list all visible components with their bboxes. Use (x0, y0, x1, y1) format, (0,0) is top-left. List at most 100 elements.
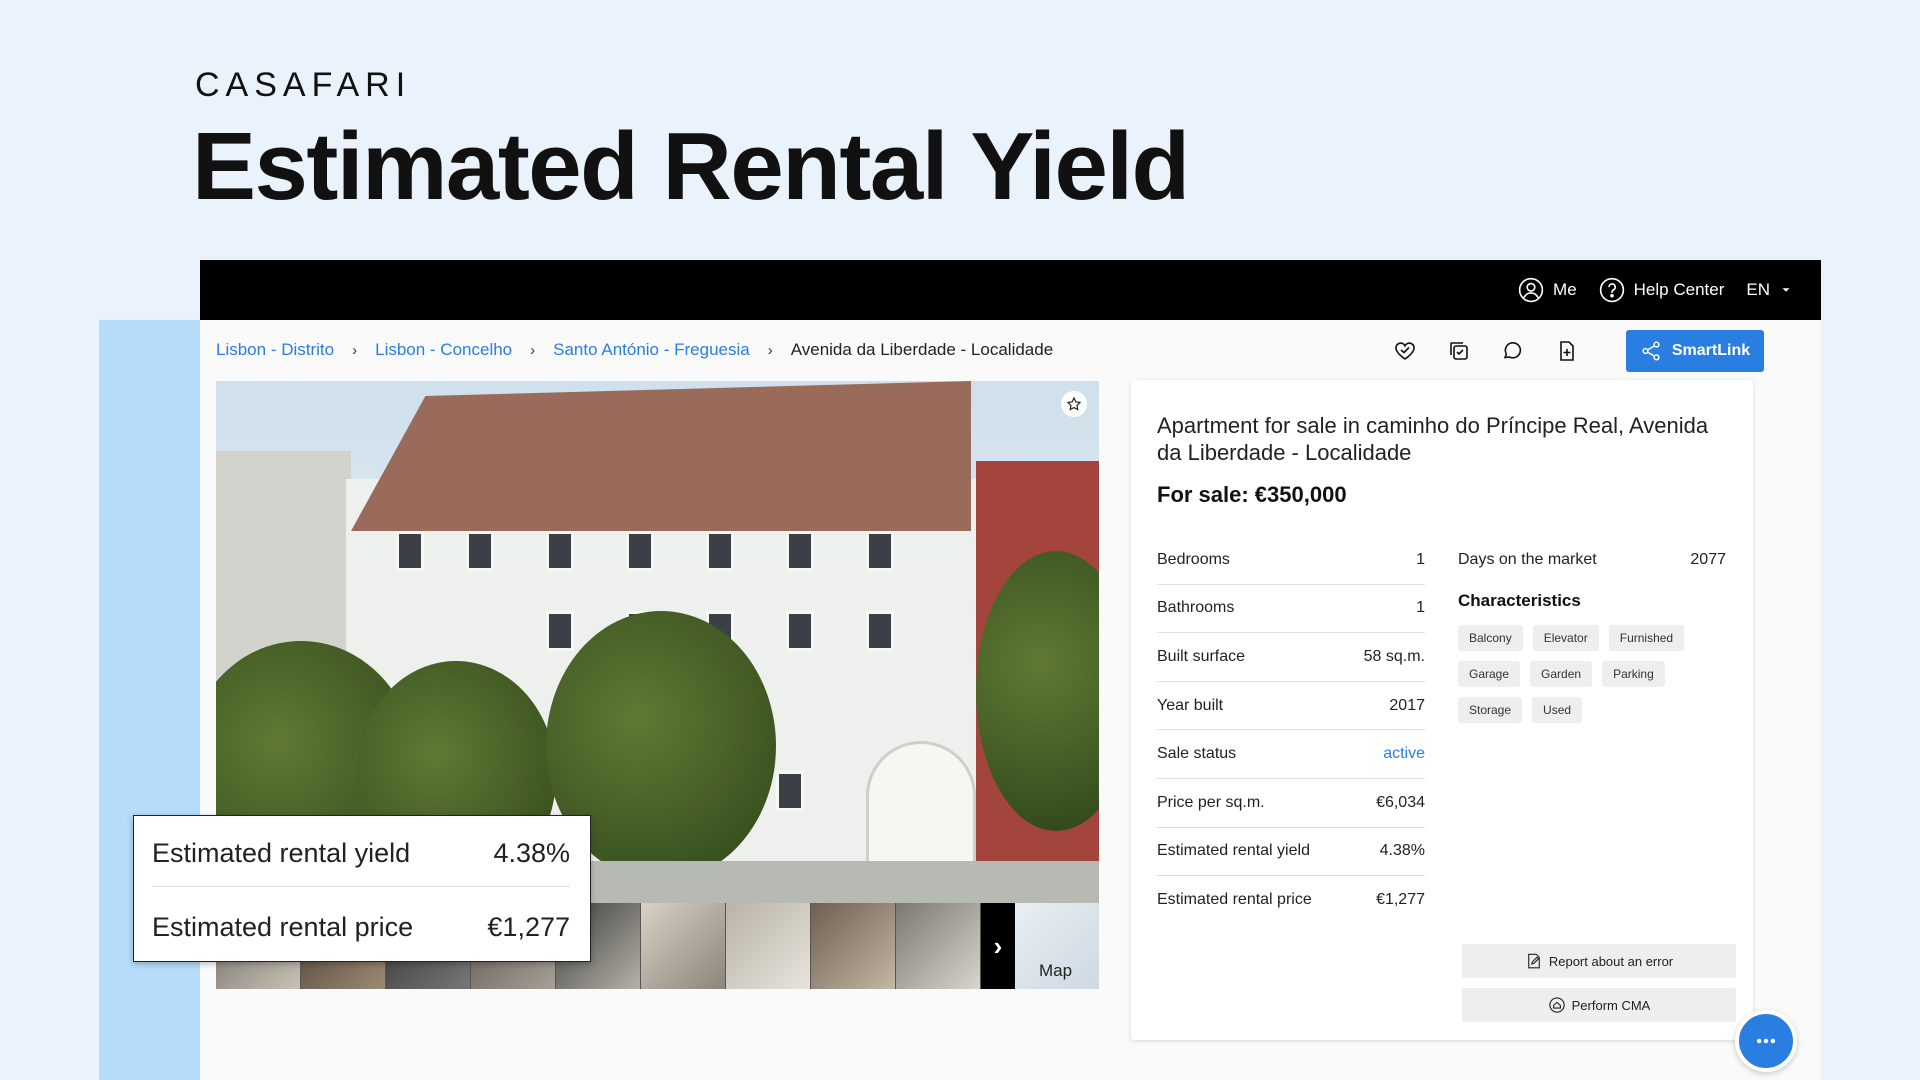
photo-window (396, 531, 424, 571)
photo-window (866, 611, 894, 651)
characteristic-chip: Furnished (1608, 624, 1685, 651)
photo-arch-door (866, 741, 976, 871)
fact-rental-price: Estimated rental price €1,277 (1157, 876, 1425, 925)
chevron-right-icon: › (530, 341, 536, 359)
add-document-button[interactable] (1552, 336, 1582, 366)
fact-value: €6,034 (1376, 793, 1425, 811)
breadcrumb-parish[interactable]: Santo António - Freguesia (553, 340, 750, 360)
fact-days-on-market: Days on the market 2077 (1458, 536, 1726, 585)
user-icon (1518, 277, 1544, 303)
edit-document-icon (1528, 953, 1540, 969)
thumbnail[interactable] (896, 903, 981, 989)
me-menu[interactable]: Me (1518, 277, 1577, 303)
chevron-right-icon[interactable]: › (981, 903, 1015, 989)
photo-window (776, 771, 804, 811)
sale-status-link[interactable]: active (1383, 745, 1425, 763)
fact-label: Estimated rental price (1157, 891, 1312, 909)
characteristic-chip: Storage (1458, 696, 1523, 723)
smartlink-button[interactable]: SmartLink (1626, 330, 1764, 372)
photo-window (546, 531, 574, 571)
fact-value: 2017 (1389, 696, 1425, 714)
home-search-icon (1548, 997, 1565, 1013)
fact-label: Sale status (1157, 745, 1237, 763)
chevron-right-icon: › (767, 341, 773, 359)
star-icon (1066, 396, 1082, 411)
photo-window (786, 611, 814, 651)
photo-window (546, 611, 574, 651)
characteristic-chip: Garage (1458, 660, 1521, 687)
listing-side-facts: Days on the market 2077 Characteristics … (1458, 536, 1726, 723)
map-thumbnail[interactable]: Map (1015, 903, 1099, 989)
report-error-label: Report about an error (1548, 953, 1674, 969)
help-center-link[interactable]: Help Center (1599, 277, 1725, 303)
thumbnail[interactable] (726, 903, 811, 989)
characteristic-chip: Parking (1602, 660, 1665, 687)
map-label: Map (1039, 961, 1073, 980)
comment-button[interactable] (1498, 336, 1528, 366)
fact-rental-yield: Estimated rental yield 4.38% (1157, 828, 1425, 877)
fact-bathrooms: Bathrooms 1 (1157, 585, 1425, 634)
copy-icon (1450, 342, 1468, 360)
thumbnail[interactable] (641, 903, 726, 989)
fact-value: 1 (1416, 550, 1425, 568)
photo-window (706, 531, 734, 571)
listing-title: Apartment for sale in caminho do Príncip… (1157, 413, 1709, 465)
favorite-heart-button[interactable] (1390, 336, 1420, 366)
fact-bedrooms: Bedrooms 1 (1157, 536, 1425, 585)
fact-price-per-sqm: Price per sq.m. €6,034 (1157, 779, 1425, 828)
top-navigation-bar: Me Help Center EN (200, 260, 1821, 320)
breadcrumb-municipality[interactable]: Lisbon - Concelho (375, 340, 512, 360)
characteristic-chip: Used (1532, 696, 1583, 723)
callout-yield-row: Estimated rental yield 4.38% (152, 838, 570, 869)
fact-year-built: Year built 2017 (1157, 682, 1425, 731)
listing-toolbar: SmartLink (1390, 330, 1764, 372)
language-label: EN (1746, 280, 1770, 299)
fact-value: €1,277 (1376, 891, 1425, 909)
callout-price-value: €1,277 (487, 912, 570, 942)
me-label: Me (1553, 280, 1577, 299)
fact-value: 4.38% (1379, 842, 1425, 860)
help-icon (1599, 277, 1624, 303)
favorite-star-button[interactable] (1061, 391, 1087, 417)
report-error-button[interactable]: Report about an error (1462, 944, 1736, 978)
casafari-logo: CASAFARI (195, 66, 412, 104)
hero-title: Estimated Rental Yield (192, 113, 1190, 220)
fact-value: 1 (1416, 599, 1425, 617)
listing-price: For sale: €350,000 (1157, 482, 1347, 507)
callout-yield-label: Estimated rental yield (152, 838, 411, 868)
fact-built-surface: Built surface 58 sq.m. (1157, 633, 1425, 682)
fact-label: Price per sq.m. (1157, 793, 1265, 811)
listing-facts: Bedrooms 1 Bathrooms 1 Built surface 58 … (1157, 536, 1425, 925)
perform-cma-button[interactable]: Perform CMA (1462, 988, 1736, 1022)
thumbnail[interactable] (811, 903, 896, 989)
characteristics-chips: Balcony Elevator Furnished Garage Garden… (1458, 624, 1708, 723)
fact-value: 58 sq.m. (1363, 647, 1425, 665)
smartlink-label: SmartLink (1671, 342, 1751, 359)
rental-yield-callout: Estimated rental yield 4.38% Estimated r… (133, 815, 591, 962)
caret-down-icon (1782, 288, 1790, 292)
characteristic-chip: Garden (1530, 660, 1593, 687)
document-plus-icon (1560, 341, 1574, 361)
photo-window (466, 531, 494, 571)
chat-icon (1503, 342, 1522, 359)
heart-icon (1395, 342, 1415, 360)
photo-window (786, 531, 814, 571)
chat-support-button[interactable] (1735, 1010, 1797, 1072)
breadcrumb: Lisbon - Distrito › Lisbon - Concelho › … (216, 340, 1053, 360)
callout-divider (152, 886, 570, 887)
copy-button[interactable] (1444, 336, 1474, 366)
fact-label: Bathrooms (1157, 599, 1235, 617)
characteristics-title: Characteristics (1458, 590, 1581, 610)
characteristic-chip: Balcony (1458, 624, 1523, 651)
callout-price-label: Estimated rental price (152, 912, 414, 942)
help-center-label: Help Center (1633, 280, 1725, 299)
fact-label: Built surface (1157, 647, 1246, 665)
callout-price-row: Estimated rental price €1,277 (152, 912, 570, 943)
language-selector[interactable]: EN (1746, 280, 1793, 300)
photo-window (626, 531, 654, 571)
fact-label: Bedrooms (1157, 550, 1230, 568)
callout-yield-value: 4.38% (493, 838, 570, 868)
fact-sale-status: Sale status active (1157, 730, 1425, 779)
breadcrumb-district[interactable]: Lisbon - Distrito (216, 340, 334, 360)
characteristic-chip: Elevator (1532, 624, 1599, 651)
